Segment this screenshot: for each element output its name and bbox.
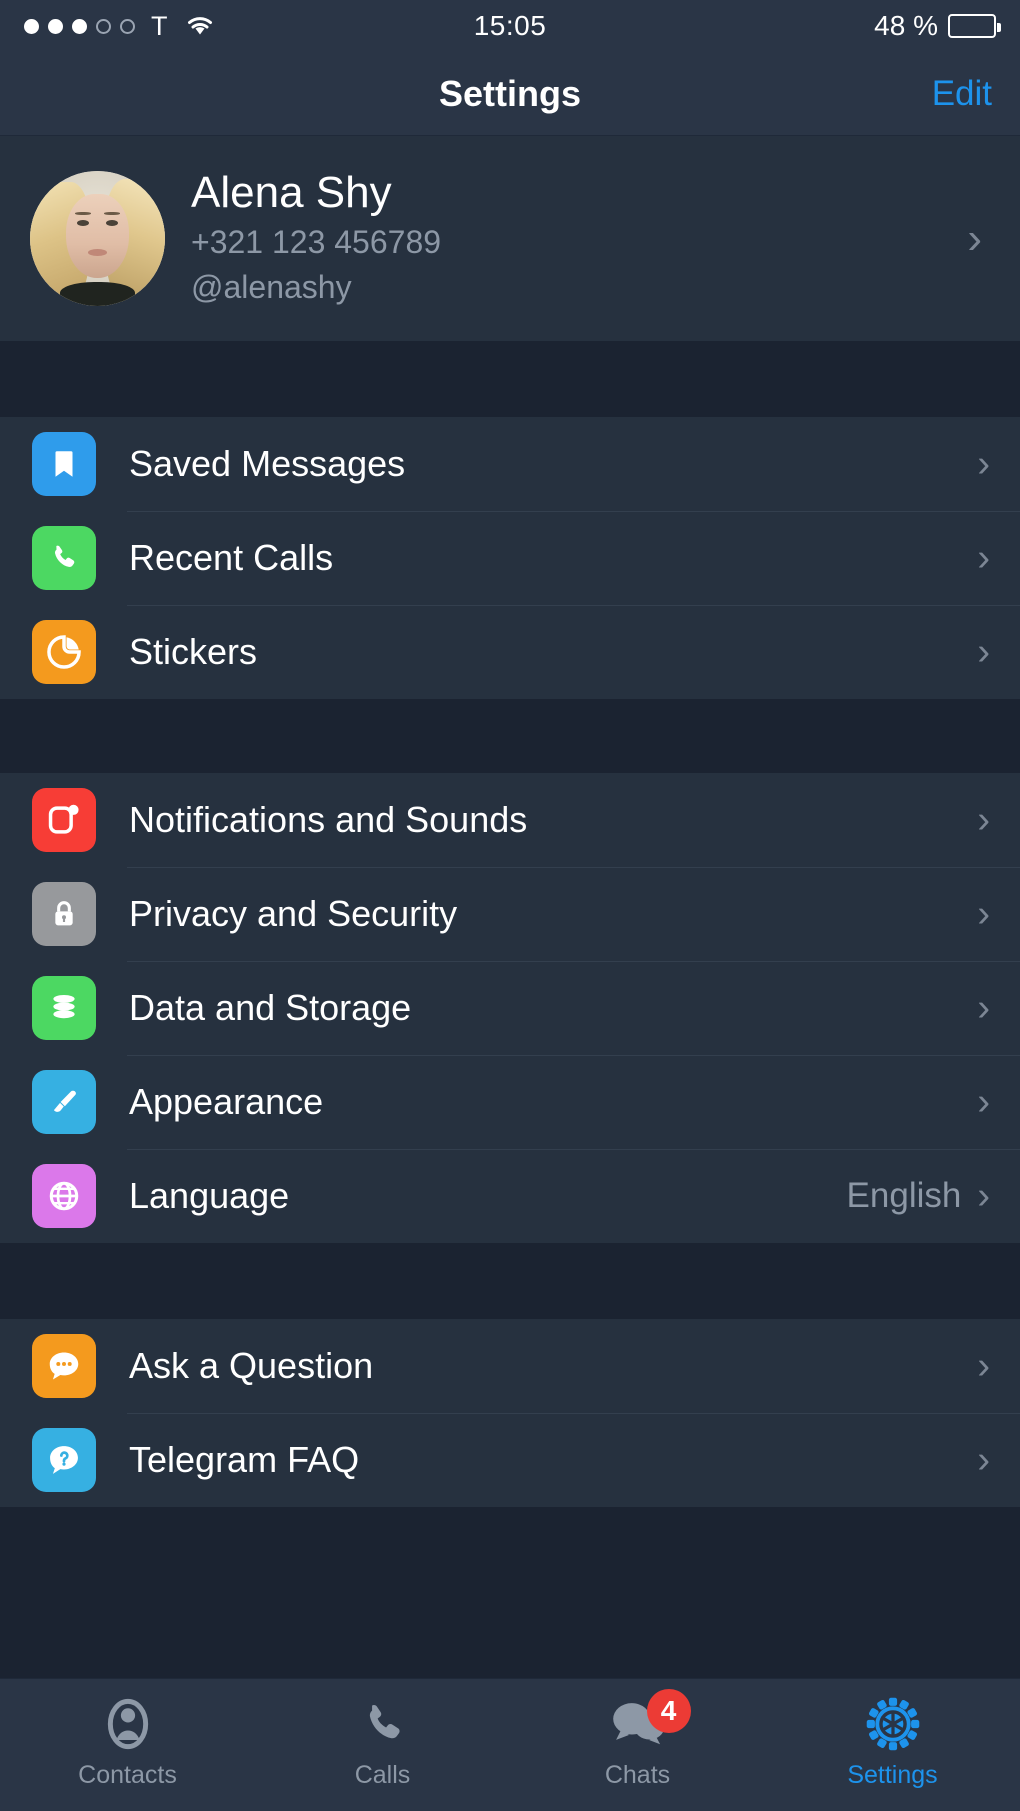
settings-row-appearance[interactable]: Appearance › — [0, 1055, 1020, 1149]
group-support: Ask a Question › Telegram FAQ › — [0, 1319, 1020, 1507]
battery-icon — [948, 14, 1001, 38]
section-gap-3 — [0, 1243, 1020, 1319]
settings-row-notifications-and-sounds[interactable]: Notifications and Sounds › — [0, 773, 1020, 867]
tab-settings[interactable]: Settings — [765, 1693, 1020, 1790]
chevron-right-icon: › — [977, 1081, 990, 1123]
settings-row-label: Appearance — [129, 1081, 324, 1122]
unread-badge: 4 — [646, 1689, 691, 1733]
chevron-right-icon: › — [977, 1345, 990, 1387]
sticker-icon — [32, 620, 96, 684]
settings-row-label: Stickers — [129, 631, 258, 672]
navigation-bar: Settings Edit — [0, 52, 1020, 136]
section-gap-2 — [0, 699, 1020, 773]
section-gap-1 — [0, 341, 1020, 417]
page-title: Settings — [438, 72, 581, 114]
settings-row-saved-messages[interactable]: Saved Messages › — [0, 417, 1020, 511]
bookmark-icon — [32, 432, 96, 496]
gear-icon — [865, 1693, 921, 1755]
profile-username: @alenashy — [191, 268, 352, 305]
settings-row-label: Data and Storage — [129, 987, 412, 1028]
question-bubble-icon — [32, 1428, 96, 1492]
settings-row-recent-calls[interactable]: Recent Calls › — [0, 511, 1020, 605]
status-bar: T 15:05 48 % — [0, 0, 1020, 52]
settings-row-ask-a-question[interactable]: Ask a Question › — [0, 1319, 1020, 1413]
tab-label: Contacts — [78, 1761, 177, 1789]
profile-phone: +321 123 456789 — [191, 223, 442, 260]
phone-icon — [32, 526, 96, 590]
settings-row-label: Ask a Question — [129, 1345, 374, 1386]
settings-row-language[interactable]: Language English › — [0, 1149, 1020, 1243]
group-preferences: Notifications and Sounds › Privacy and Sec… — [0, 773, 1020, 1243]
settings-row-label: Telegram FAQ — [129, 1439, 360, 1480]
settings-row-telegram-faq[interactable]: Telegram FAQ › — [0, 1413, 1020, 1507]
telegram-settings-screen: T 15:05 48 % Settings Edit Alena Shy +32… — [0, 0, 1020, 1811]
settings-row-privacy-and-security[interactable]: Privacy and Security › — [0, 867, 1020, 961]
chat-bubbles-icon: 4 — [607, 1689, 691, 1755]
tab-label: Chats — [604, 1761, 671, 1789]
chevron-right-icon: › — [977, 1175, 990, 1217]
tab-chats[interactable]: 4 Chats — [510, 1689, 765, 1790]
chevron-right-icon: › — [977, 893, 990, 935]
settings-row-data-and-storage[interactable]: Data and Storage › — [0, 961, 1020, 1055]
settings-groups: Saved Messages › Recent Calls › Stickers › Not… — [0, 417, 1020, 1507]
chevron-right-icon: › — [977, 631, 990, 673]
paintbrush-icon — [32, 1070, 96, 1134]
chat-bubble-icon — [32, 1334, 96, 1398]
profile-info: Alena Shy +321 123 456789 @alenashy — [191, 168, 441, 309]
profile-name: Alena Shy — [191, 168, 392, 218]
settings-row-stickers[interactable]: Stickers › — [0, 605, 1020, 699]
lock-icon — [32, 882, 96, 946]
status-bar-clock: 15:05 — [473, 10, 547, 41]
group-chats: Saved Messages › Recent Calls › Stickers › — [0, 417, 1020, 699]
tab-label: Settings — [847, 1761, 938, 1789]
chevron-right-icon: › — [977, 799, 990, 841]
settings-row-label: Notifications and Sounds — [129, 799, 528, 840]
chevron-right-icon: › — [977, 987, 990, 1029]
settings-row-label: Language — [129, 1175, 290, 1216]
chevron-right-icon: › — [977, 443, 990, 485]
profile-row[interactable]: Alena Shy +321 123 456789 @alenashy › — [0, 136, 1020, 341]
globe-icon — [32, 1164, 96, 1228]
settings-row-label: Recent Calls — [129, 537, 334, 578]
avatar[interactable] — [30, 171, 165, 306]
tab-contacts[interactable]: Contacts — [0, 1693, 255, 1790]
contact-person-icon — [102, 1693, 154, 1755]
chevron-right-icon: › — [977, 537, 990, 579]
settings-row-label: Privacy and Security — [129, 893, 458, 934]
settings-row-label: Saved Messages — [129, 443, 406, 484]
tab-label: Calls — [354, 1761, 411, 1789]
chevron-right-icon: › — [977, 1439, 990, 1481]
settings-row-value: English — [846, 1176, 962, 1215]
tab-bar: Contacts Calls 4 Chats Settings — [0, 1678, 1020, 1811]
phone-handset-icon — [360, 1693, 406, 1755]
tab-calls[interactable]: Calls — [255, 1693, 510, 1790]
notification-bell-icon — [32, 788, 96, 852]
chevron-right-icon: › — [967, 213, 982, 263]
edit-button[interactable]: Edit — [932, 74, 992, 114]
database-icon — [32, 976, 96, 1040]
